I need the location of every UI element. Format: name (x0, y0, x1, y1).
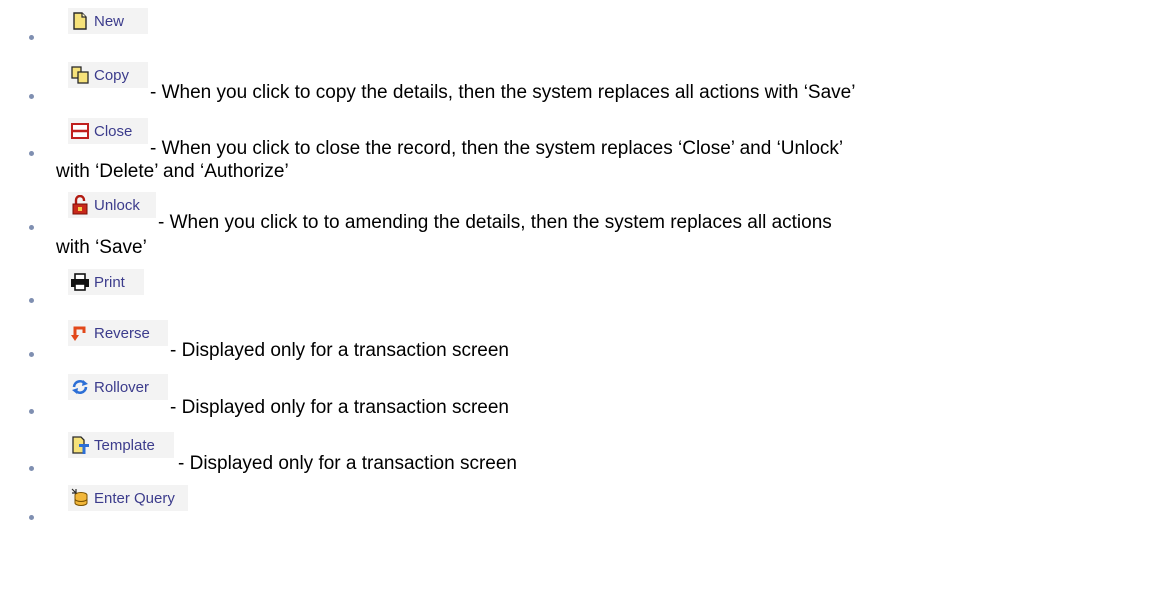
copy-button[interactable]: Copy (68, 62, 148, 88)
close-description-continued: with ‘Delete’ and ‘Authorize’ (56, 161, 289, 182)
unlock-label: Unlock (94, 196, 140, 214)
close-label: Close (94, 122, 133, 140)
enter-query-label: Enter Query (94, 489, 175, 507)
new-document-icon (73, 12, 87, 30)
template-label: Template (94, 436, 155, 454)
reverse-label: Reverse (94, 324, 150, 342)
rollover-icon (72, 380, 88, 394)
template-button[interactable]: Template (68, 432, 174, 458)
reverse-icon (71, 326, 86, 341)
bullet (29, 35, 34, 40)
bullet (29, 515, 34, 520)
bullet (29, 298, 34, 303)
enter-query-icon (71, 488, 88, 506)
rollover-button[interactable]: Rollover (68, 374, 168, 400)
new-button[interactable]: New (68, 8, 148, 34)
close-description: - When you click to close the record, th… (150, 138, 844, 159)
print-button[interactable]: Print (68, 269, 144, 295)
unlock-description-continued: with ‘Save’ (56, 237, 147, 258)
close-icon (71, 123, 89, 139)
close-button[interactable]: Close (68, 118, 148, 144)
copy-label: Copy (94, 66, 130, 84)
bullet (29, 466, 34, 471)
print-label: Print (94, 273, 125, 291)
unlock-button[interactable]: Unlock (68, 192, 156, 218)
bullet (29, 151, 34, 156)
unlock-icon (72, 195, 88, 215)
bullet (29, 409, 34, 414)
reverse-button[interactable]: Reverse (68, 320, 168, 346)
rollover-description: - Displayed only for a transaction scree… (170, 397, 509, 418)
template-description: - Displayed only for a transaction scree… (178, 453, 517, 474)
bullet (29, 352, 34, 357)
bullet (29, 225, 34, 230)
rollover-label: Rollover (94, 378, 150, 396)
reverse-description: - Displayed only for a transaction scree… (170, 340, 509, 361)
new-label: New (94, 12, 125, 30)
unlock-description: - When you click to to amending the deta… (158, 212, 832, 233)
enter-query-button[interactable]: Enter Query (68, 485, 188, 511)
template-icon (72, 436, 89, 454)
bullet (29, 94, 34, 99)
printer-icon (71, 273, 89, 291)
copy-description: - When you click to copy the details, th… (150, 82, 856, 103)
copy-icon (71, 66, 89, 84)
